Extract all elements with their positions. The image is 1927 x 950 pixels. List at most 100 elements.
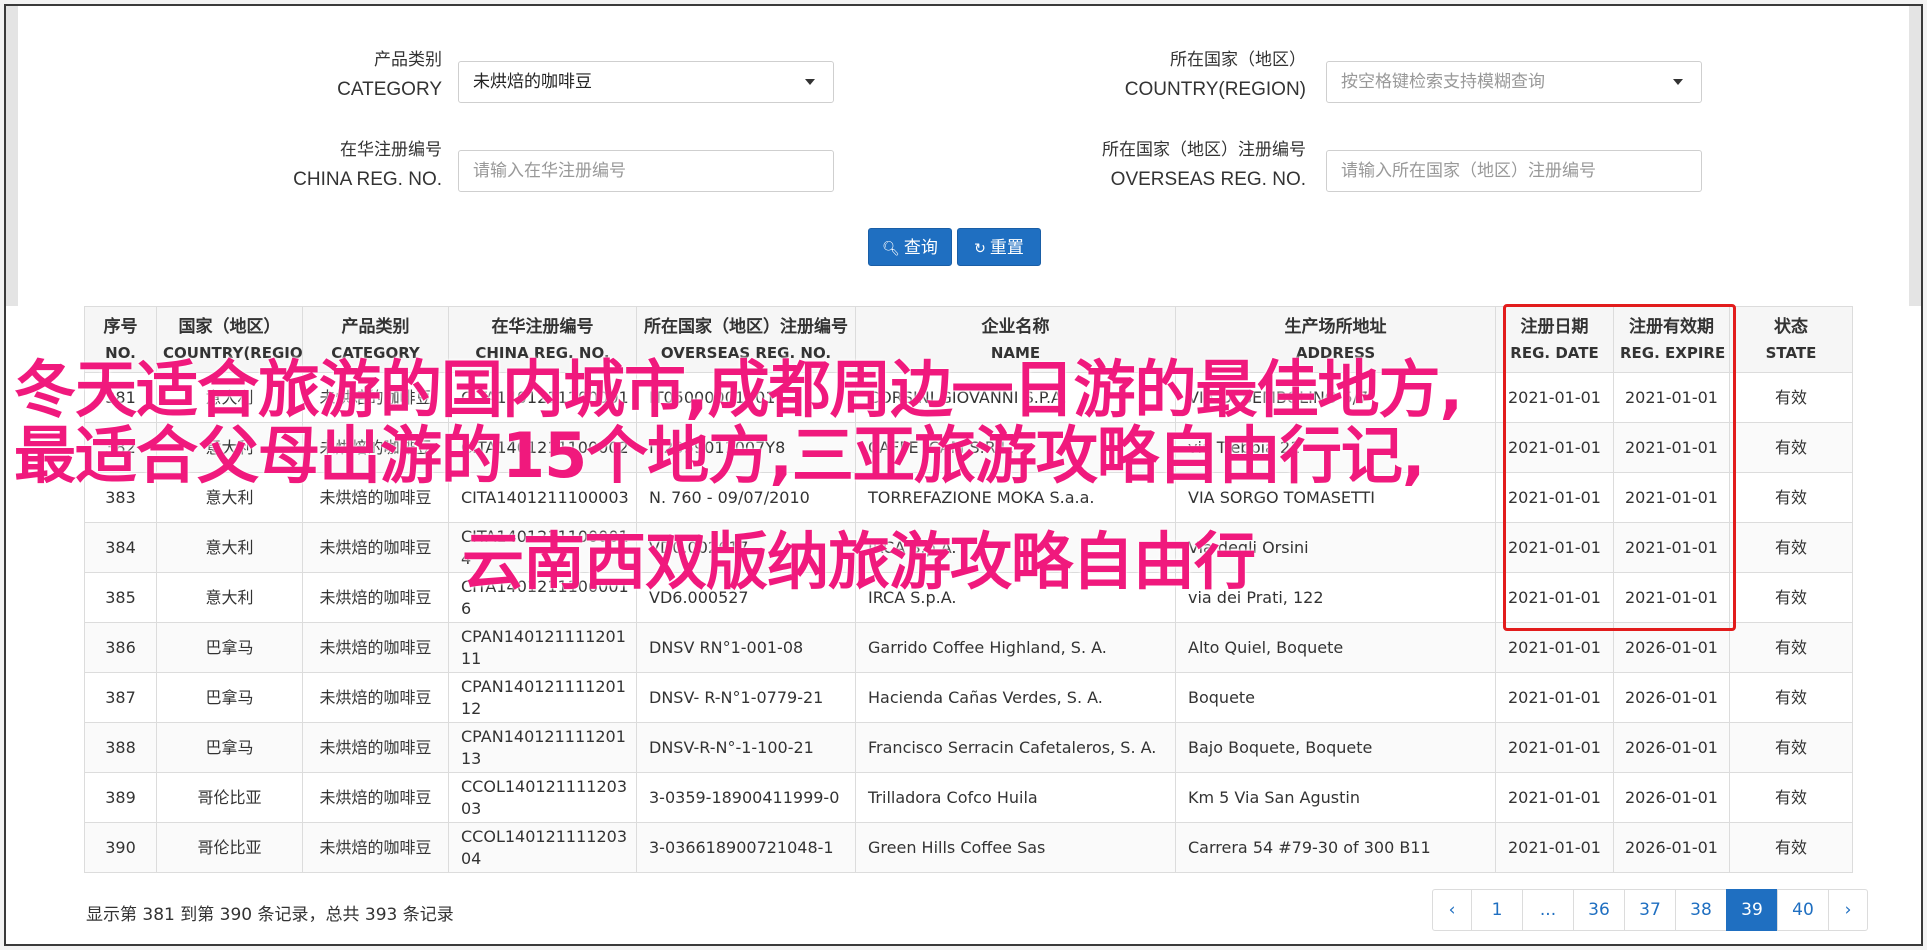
column-header[interactable]: 企业名称 NAME [855,306,1176,373]
cell-country: 意大利 [156,522,303,573]
country-select[interactable]: 按空格键检索支持模糊查询 [1326,61,1702,103]
cell-expire: 2021-01-01 [1613,522,1730,573]
cell-expire: 2021-01-01 [1613,572,1730,623]
cell-address: Carrera 54 #79-30 of 300 B11 [1175,822,1496,873]
cell-china-reg: CITA1401211100002 [448,422,637,473]
cell-category: 未烘焙的咖啡豆 [302,572,449,623]
column-header[interactable]: 在华注册编号 CHINA REG. NO. [448,306,637,373]
left-scrollbar[interactable] [6,6,18,306]
pagination-page-ellipsis[interactable]: ... [1522,889,1574,931]
column-header-zh: 企业名称 [981,316,1050,337]
cell-address: Boquete [1175,672,1496,723]
table-row[interactable]: 381 意大利 未烘焙的咖啡豆 CITA1401211100001 IT05000001… [84,372,1853,423]
cell-no: 387 [84,672,157,723]
table-header-row: 序号 NO. 国家（地区） COUNTRY(REGIO... 产品类别 CATEGORY 在… [84,306,1853,373]
pagination-page-38[interactable]: 38 [1675,889,1727,931]
cell-address: Via degli Orsini [1175,522,1496,573]
pagination-page-1[interactable]: 1 [1471,889,1523,931]
category-label-en: CATEGORY [337,79,442,100]
column-header-zh: 国家（地区） [178,316,281,337]
pagination-next-button[interactable]: › [1828,889,1868,931]
cell-overseas-reg: VD0.002617 [636,522,856,573]
search-button[interactable]: 🔍︎ 查询 [868,228,952,266]
cell-overseas-reg: DNSV-R-N°-1-100-21 [636,722,856,773]
pagination-page-40[interactable]: 40 [1777,889,1829,931]
cell-china-reg: CITA14012111000016 [448,572,637,623]
search-button-label: 查询 [903,238,938,258]
search-icon: 🔍︎ [882,241,900,257]
cell-overseas-reg: N. 760 - 09/07/2010 [636,472,856,523]
cell-country: 哥伦比亚 [156,822,303,873]
table-row[interactable]: 385 意大利 未烘焙的咖啡豆 CITA14012111000016 VD6.00052… [84,572,1853,623]
pagination-info: 显示第 381 到第 390 条记录，总共 393 条记录 [86,905,454,925]
cell-overseas-reg: IT05000001001 [636,372,856,423]
pagination-page-37[interactable]: 37 [1624,889,1676,931]
cell-china-reg: CITA14012111000014 [448,522,637,573]
right-scrollbar[interactable] [1909,6,1921,306]
chevron-down-icon [1673,79,1683,85]
column-header[interactable]: 注册日期 REG. DATE [1495,306,1614,373]
cell-reg-date: 2021-01-01 [1495,722,1614,773]
cell-china-reg: CCOL14012111120303 [448,772,637,823]
cell-expire: 2026-01-01 [1613,622,1730,673]
column-header-zh: 在华注册编号 [491,316,594,337]
column-header[interactable]: 序号 NO. [84,306,157,373]
cell-address: VIA DI SEMBOLINO 5/7 [1175,372,1496,423]
cell-category: 未烘焙的咖啡豆 [302,372,449,423]
column-header-zh: 注册有效期 [1629,316,1714,337]
table-row[interactable]: 384 意大利 未烘焙的咖啡豆 CITA14012111000014 VD0.00261… [84,522,1853,573]
pagination-prev-button[interactable]: ‹ [1432,889,1472,931]
table-row[interactable]: 387 巴拿马 未烘焙的咖啡豆 CPAN14012111120112 DNSV- R-N… [84,672,1853,723]
cell-country: 巴拿马 [156,722,303,773]
column-header[interactable]: 产品类别 CATEGORY [302,306,449,373]
cell-overseas-reg: DNSV RN°1-001-08 [636,622,856,673]
cell-name: Hacienda Cañas Verdes, S. A. [855,672,1176,723]
column-header[interactable]: 状态 STATE [1729,306,1853,373]
cell-reg-date: 2021-01-01 [1495,422,1614,473]
table-row[interactable]: 390 哥伦比亚 未烘焙的咖啡豆 CCOL14012111120304 3-036618… [84,822,1853,873]
cell-state: 有效 [1729,622,1853,673]
table-row[interactable]: 389 哥伦比亚 未烘焙的咖啡豆 CCOL14012111120303 3-0359-1… [84,772,1853,823]
cell-country: 哥伦比亚 [156,772,303,823]
table-row[interactable]: 382 意大利 未烘焙的咖啡豆 CITA1401211100002 IT20590110… [84,422,1853,473]
cell-name: Trilladora Cofco Huila [855,772,1176,823]
column-header-en: COUNTRY(REGIO... [163,343,303,362]
column-header[interactable]: 生产场所地址 ADDRESS [1175,306,1496,373]
cell-state: 有效 [1729,772,1853,823]
overseas-reg-label: 所在国家（地区）注册编号 OVERSEAS REG. NO. [1046,136,1306,194]
cell-reg-date: 2021-01-01 [1495,772,1614,823]
cell-country: 意大利 [156,572,303,623]
overseas-reg-label-zh: 所在国家（地区）注册编号 [1102,140,1306,160]
cell-no: 388 [84,722,157,773]
table-row[interactable]: 386 巴拿马 未烘焙的咖啡豆 CPAN14012111120111 DNSV RN°1… [84,622,1853,673]
table-row[interactable]: 383 意大利 未烘焙的咖啡豆 CITA1401211100003 N. 760 - 0… [84,472,1853,523]
cell-overseas-reg: 3-036618900721048-1 [636,822,856,873]
cell-category: 未烘焙的咖啡豆 [302,472,449,523]
column-header[interactable]: 国家（地区） COUNTRY(REGIO... [156,306,303,373]
overseas-reg-input[interactable]: 请输入所在国家（地区）注册编号 [1326,150,1702,192]
pagination-page-36[interactable]: 36 [1573,889,1625,931]
column-header-en: STATE [1765,343,1817,362]
reset-button-label: 重置 [989,238,1024,258]
cell-expire: 2021-01-01 [1613,472,1730,523]
cell-name: TORREFAZIONE MOKA S.a.a. [855,472,1176,523]
cell-state: 有效 [1729,822,1853,873]
cell-expire: 2026-01-01 [1613,722,1730,773]
category-select[interactable]: 未烘焙的咖啡豆 [458,61,834,103]
china-reg-input[interactable]: 请输入在华注册编号 [458,150,834,192]
column-header[interactable]: 所在国家（地区）注册编号 OVERSEAS REG. NO. [636,306,856,373]
table-row[interactable]: 388 巴拿马 未烘焙的咖啡豆 CPAN14012111120113 DNSV-R-N°… [84,722,1853,773]
reset-button[interactable]: ↻ 重置 [957,228,1041,266]
cell-category: 未烘焙的咖啡豆 [302,422,449,473]
category-select-value: 未烘焙的咖啡豆 [473,72,592,92]
column-header[interactable]: 注册有效期 REG. EXPIRE ... [1613,306,1730,373]
country-label: 所在国家（地区） COUNTRY(REGION) [1066,46,1306,104]
china-reg-label: 在华注册编号 CHINA REG. NO. [246,136,442,194]
cell-address: Km 5 Via San Agustin [1175,772,1496,823]
cell-state: 有效 [1729,672,1853,723]
overseas-reg-placeholder: 请输入所在国家（地区）注册编号 [1341,161,1596,181]
pagination-page-39[interactable]: 39 [1726,889,1778,931]
cell-category: 未烘焙的咖啡豆 [302,772,449,823]
column-header-en: CHINA REG. NO. [475,343,610,362]
cell-name: CAFFE ICAM S.R.L. [855,422,1176,473]
